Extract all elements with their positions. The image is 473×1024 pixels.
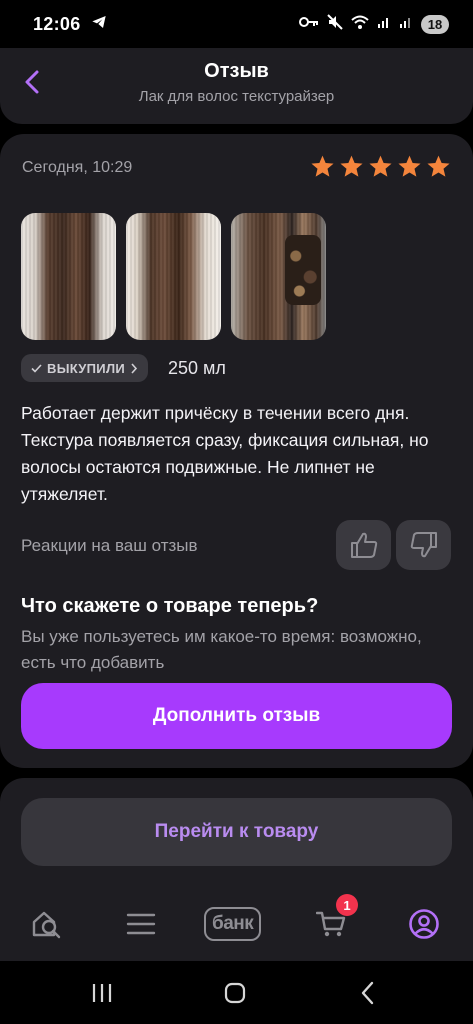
back-icon — [361, 981, 374, 1005]
tab-bank[interactable]: банк — [204, 907, 262, 941]
system-nav-bar — [0, 961, 473, 1024]
signal-icon — [399, 15, 413, 34]
review-card: Сегодня, 10:29 ВЫКУПИЛИ 250 мл Работает … — [0, 134, 473, 768]
status-bar: 12:06 18 — [0, 0, 473, 48]
cart-count-badge: 1 — [336, 894, 358, 916]
mute-icon — [327, 13, 343, 35]
bottom-panel: Перейти к товару банк 1 — [0, 778, 473, 961]
dislike-button[interactable] — [396, 520, 451, 570]
star-icon — [398, 155, 421, 177]
star-icon — [427, 155, 450, 177]
home-button[interactable] — [219, 979, 251, 1007]
purchased-badge-label: ВЫКУПИЛИ — [47, 360, 126, 376]
review-photos — [21, 213, 326, 340]
page-title: Отзыв — [204, 60, 269, 82]
home-search-icon — [32, 911, 61, 939]
wifi-icon — [351, 15, 369, 34]
tab-cart[interactable]: 1 — [316, 894, 358, 944]
followup-title: Что скажете о товаре теперь? — [21, 595, 319, 617]
signal-icon — [377, 15, 391, 34]
go-to-product-button[interactable]: Перейти к товару — [21, 798, 452, 866]
purchased-badge[interactable]: ВЫКУПИЛИ — [21, 354, 149, 382]
thumbs-up-icon — [350, 532, 377, 558]
home-icon — [224, 982, 246, 1004]
tab-home[interactable] — [30, 904, 64, 944]
menu-icon — [126, 913, 156, 935]
header: Отзыв Лак для волос текстурайзер — [0, 48, 473, 124]
review-text: Работает держит причёску в течении всего… — [21, 403, 429, 504]
tab-bar: банк 1 — [0, 894, 473, 952]
reactions-label: Реакции на ваш отзыв — [21, 536, 198, 555]
star-icon — [369, 155, 392, 177]
star-icon — [311, 155, 334, 177]
bank-label: банк — [212, 913, 254, 934]
telegram-icon — [91, 14, 107, 35]
check-icon — [31, 363, 42, 373]
thumbs-down-icon — [410, 532, 437, 558]
add-to-review-button[interactable]: Дополнить отзыв — [21, 683, 452, 749]
back-nav-button[interactable] — [352, 979, 384, 1007]
review-photo[interactable] — [231, 213, 326, 340]
review-photo[interactable] — [126, 213, 221, 340]
followup-subtitle: Вы уже пользуетесь им какое-то время: во… — [21, 627, 422, 672]
tab-catalog[interactable] — [126, 904, 156, 944]
profile-icon — [409, 909, 439, 939]
chevron-right-icon — [131, 362, 138, 374]
rating-stars — [310, 154, 451, 179]
battery-indicator: 18 — [421, 14, 449, 34]
page-subtitle: Лак для волос текстурайзер — [138, 88, 335, 105]
review-date: Сегодня, 10:29 — [22, 159, 133, 176]
status-time: 12:06 — [33, 13, 81, 34]
review-photo[interactable] — [21, 213, 116, 340]
tab-profile[interactable] — [408, 904, 440, 944]
recent-apps-icon — [92, 984, 112, 1002]
key-icon — [299, 15, 319, 33]
recent-apps-button[interactable] — [86, 979, 118, 1007]
star-icon — [340, 155, 363, 177]
product-volume: 250 мл — [168, 358, 226, 378]
like-button[interactable] — [336, 520, 391, 570]
